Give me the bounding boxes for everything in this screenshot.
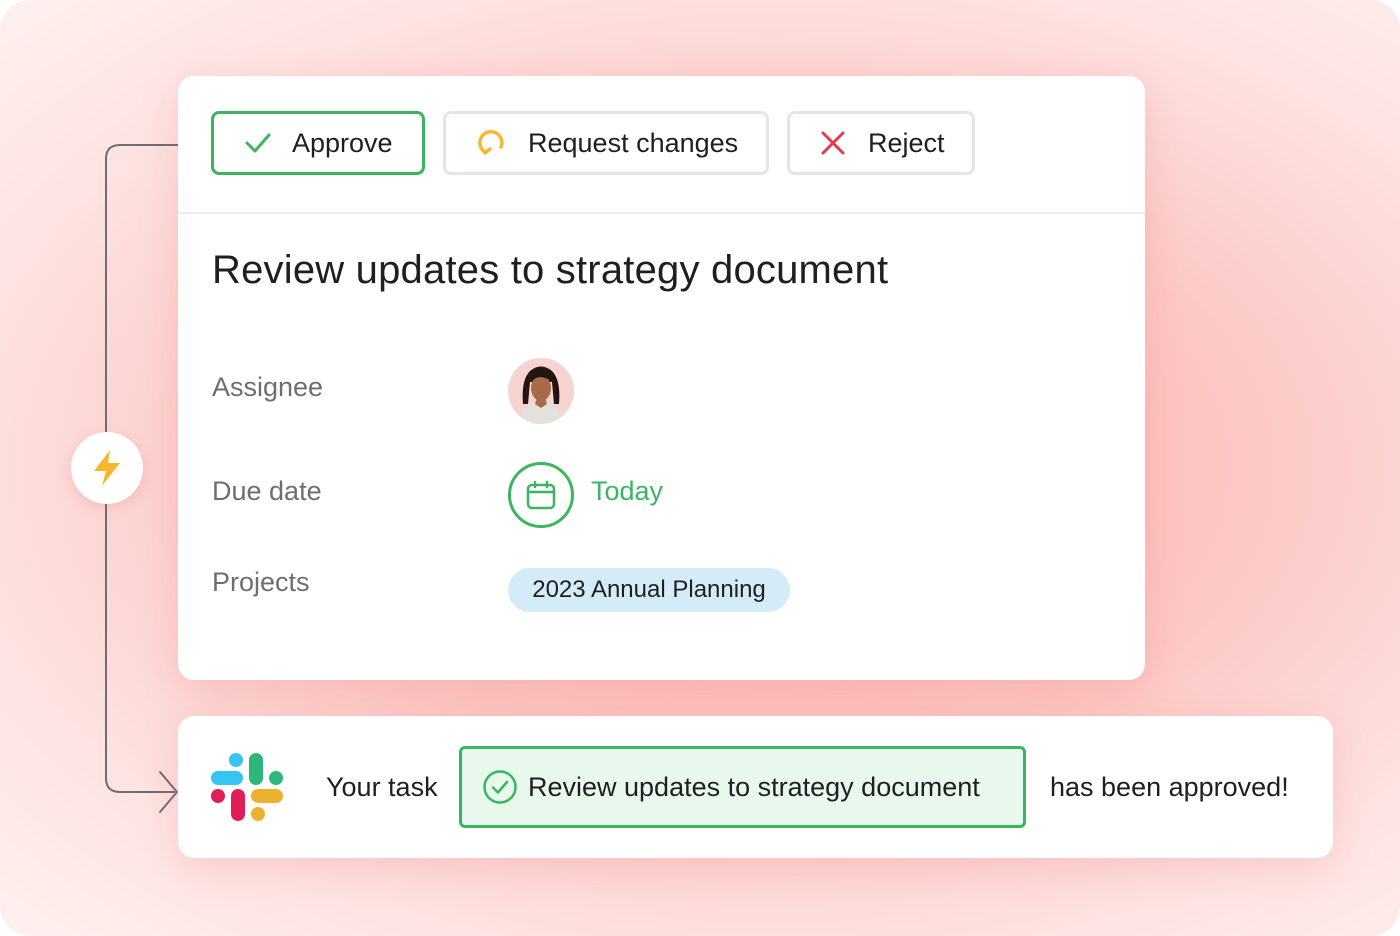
checkmark-icon [244, 132, 272, 154]
approve-label: Approve [292, 127, 393, 158]
project-pill[interactable]: 2023 Annual Planning [508, 568, 790, 612]
reject-label: Reject [868, 127, 945, 158]
assignee-avatar[interactable] [508, 358, 574, 424]
close-icon [820, 130, 846, 156]
background: Approve Request changes Reject Review up… [0, 0, 1400, 936]
due-date-label: Due date [212, 476, 322, 506]
rule-trigger-badge[interactable] [71, 432, 143, 504]
slack-logo [211, 753, 283, 821]
approval-actions-bar: Approve Request changes Reject [178, 76, 1145, 214]
projects-label: Projects [212, 567, 310, 597]
lightning-bolt-icon [94, 450, 120, 486]
approved-task-name: Review updates to strategy document [528, 771, 980, 802]
due-date-value[interactable]: Today [591, 476, 663, 507]
request-changes-label: Request changes [528, 127, 739, 158]
assignee-label: Assignee [212, 372, 324, 402]
slack-notification: Your task Review updates to strategy doc… [178, 716, 1333, 858]
task-title: Review updates to strategy document [212, 248, 889, 292]
reject-button[interactable]: Reject [787, 111, 975, 175]
notification-prefix: Your task [326, 772, 438, 802]
calendar-icon [526, 480, 556, 510]
approved-task-chip[interactable]: Review updates to strategy document [459, 746, 1026, 828]
approval-task-card: Approve Request changes Reject Review up… [178, 76, 1145, 680]
avatar-photo [508, 358, 574, 424]
notification-suffix: has been approved! [1050, 772, 1289, 802]
check-circle-icon [482, 769, 518, 805]
due-date-button[interactable] [508, 462, 574, 528]
request-changes-button[interactable]: Request changes [443, 111, 769, 175]
approve-button[interactable]: Approve [211, 111, 425, 175]
refresh-icon [476, 127, 508, 159]
